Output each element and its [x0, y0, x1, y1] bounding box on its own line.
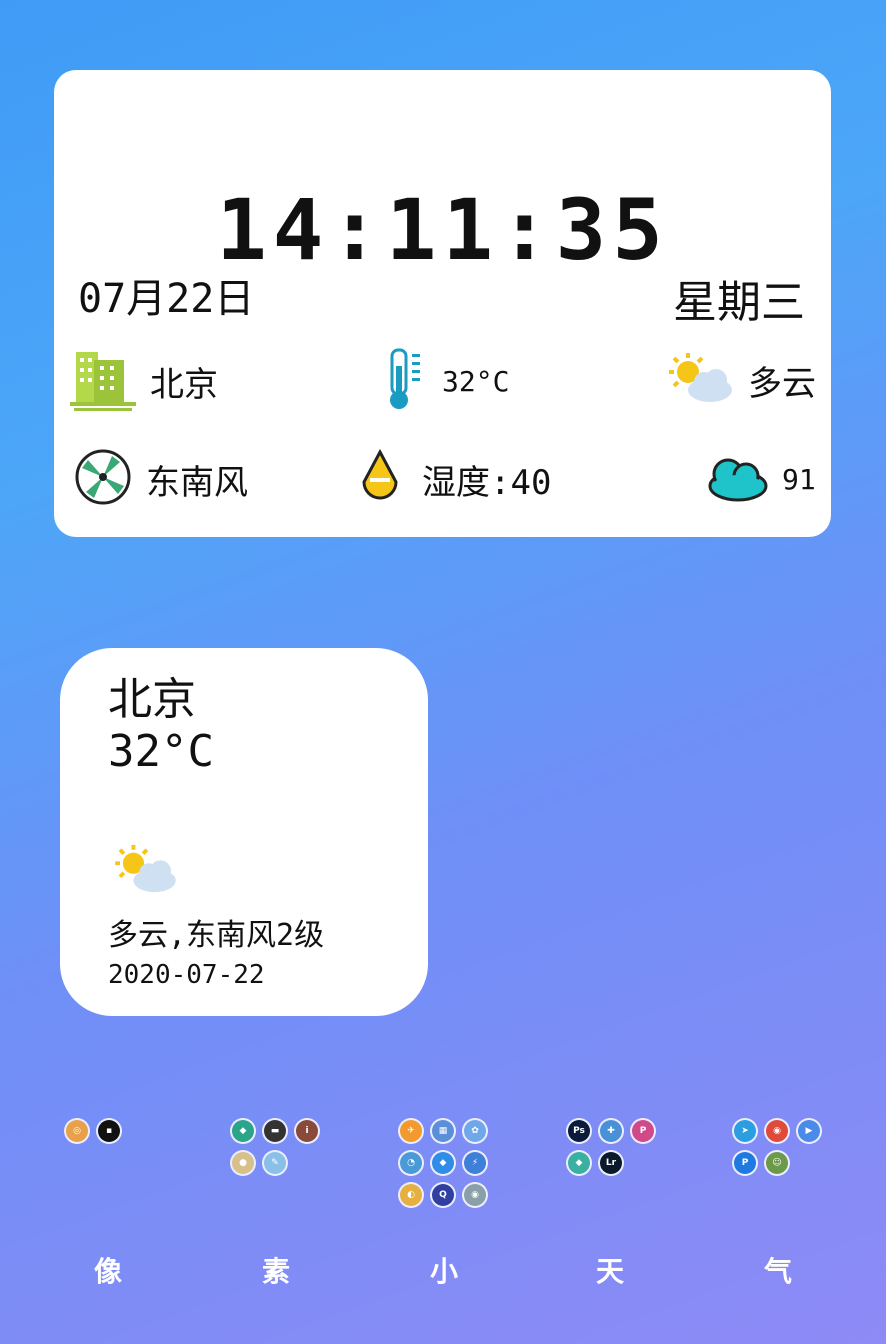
app-icon[interactable]: ⚡ — [464, 1152, 486, 1174]
weekday-label: 星期三 — [673, 277, 805, 328]
telegram-app-icon[interactable]: ➤ — [734, 1120, 756, 1142]
fan-icon — [74, 448, 132, 510]
app-icon[interactable]: ✿ — [464, 1120, 486, 1142]
app-icon[interactable]: ◔ — [400, 1152, 422, 1174]
clock-time: 14:11:35 — [216, 181, 669, 279]
app-icon[interactable]: ✚ — [600, 1120, 622, 1142]
app-icon[interactable]: ◐ — [400, 1184, 422, 1206]
humidity-label: 湿度:40 — [422, 462, 552, 503]
app-icon[interactable]: i — [296, 1120, 318, 1142]
app-icon[interactable]: ▪ — [98, 1120, 120, 1142]
aqi-item: 91 — [704, 452, 816, 506]
temperature-item: 32°C — [388, 346, 509, 416]
wind-item: 东南风 — [74, 448, 248, 510]
weather-temperature: 32°C — [108, 726, 214, 777]
humidity-item: 湿度:40 — [352, 448, 551, 510]
folder-label-1[interactable]: 像 — [78, 1250, 138, 1290]
app-icon[interactable]: ◆ — [232, 1120, 254, 1142]
folder-label-2[interactable]: 素 — [246, 1250, 306, 1290]
lightroom-app-icon[interactable]: Lr — [600, 1152, 622, 1174]
app-icon[interactable]: ◆ — [568, 1152, 590, 1174]
date-label: 07月22日 — [78, 276, 255, 322]
condition-label: 多云 — [748, 363, 816, 404]
folder-label-5[interactable]: 气 — [748, 1250, 808, 1290]
app-icon[interactable]: P — [632, 1120, 654, 1142]
city-item: 北京 — [70, 346, 218, 416]
app-icon[interactable]: ◆ — [432, 1152, 454, 1174]
settings-app-icon[interactable]: ◎ — [66, 1120, 88, 1142]
city-building-icon — [70, 346, 136, 416]
folder-label-4[interactable]: 天 — [580, 1250, 640, 1290]
app-icon[interactable]: ✈ — [400, 1120, 422, 1142]
weather-widget[interactable]: 北京 32°C 多云,东南风2级 2020-07-22 — [60, 648, 428, 1016]
app-icon[interactable]: ✎ — [264, 1152, 286, 1174]
condition-item: 多云 — [666, 352, 816, 408]
partly-cloudy-icon — [666, 352, 734, 408]
chrome-app-icon[interactable]: ◉ — [766, 1120, 788, 1142]
folder-label-3[interactable]: 小 — [414, 1250, 474, 1290]
partly-cloudy-icon — [110, 844, 180, 898]
clock-widget[interactable]: 14:11:35 07月22日 星期三 北京 32°C 多云 东南风 湿度:40… — [54, 70, 831, 537]
temperature-label: 32°C — [442, 364, 510, 398]
app-icon[interactable]: ● — [232, 1152, 254, 1174]
app-icon[interactable]: ☺ — [766, 1152, 788, 1174]
weather-city: 北京 — [108, 674, 196, 725]
app-icon[interactable]: ◉ — [464, 1184, 486, 1206]
city-label: 北京 — [150, 364, 218, 405]
app-icon[interactable]: P — [734, 1152, 756, 1174]
thermometer-icon — [388, 346, 428, 416]
app-icon[interactable]: Q — [432, 1184, 454, 1206]
wind-label: 东南风 — [146, 462, 248, 503]
app-icon[interactable]: ▦ — [432, 1120, 454, 1142]
water-drop-icon — [352, 448, 408, 510]
weather-condition: 多云,东南风2级 — [108, 918, 325, 953]
play-store-app-icon[interactable]: ▶ — [798, 1120, 820, 1142]
aqi-label: 91 — [782, 462, 816, 496]
app-icon[interactable]: ▬ — [264, 1120, 286, 1142]
photoshop-app-icon[interactable]: Ps — [568, 1120, 590, 1142]
weather-date: 2020-07-22 — [108, 960, 265, 990]
cloud-icon — [704, 452, 768, 506]
